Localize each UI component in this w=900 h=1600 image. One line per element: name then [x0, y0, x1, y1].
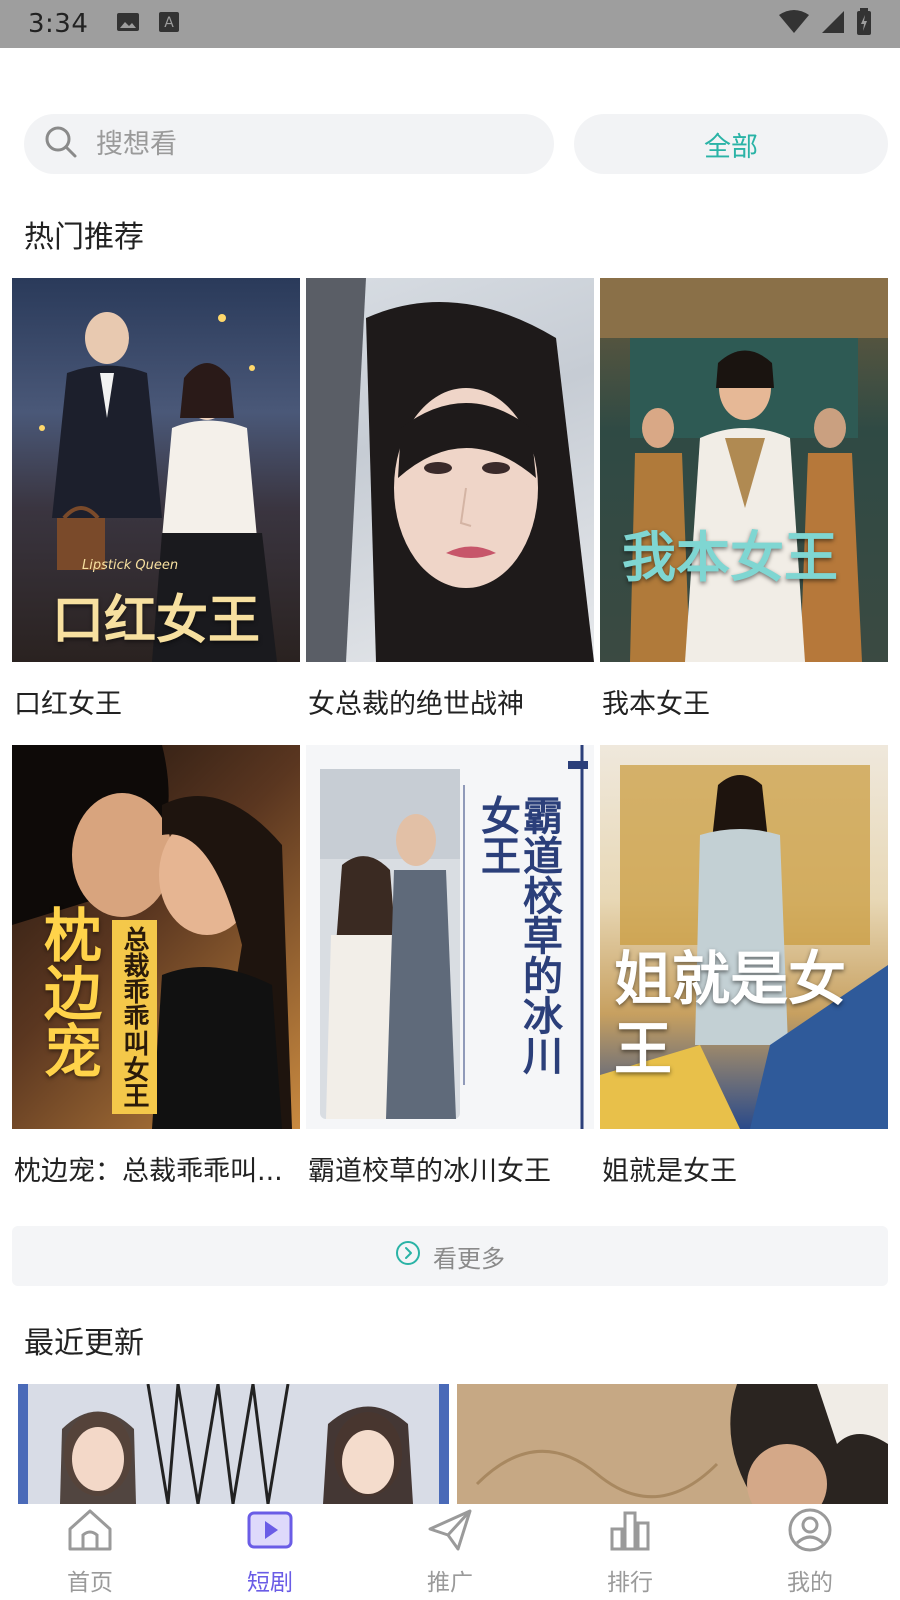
status-time: 3:34 — [28, 9, 89, 39]
home-icon — [66, 1507, 114, 1559]
search-icon — [44, 125, 78, 163]
drama-title[interactable]: 女总裁的绝世战神 — [306, 682, 594, 721]
tab-label: 排行 — [607, 1570, 653, 1596]
drama-title[interactable]: 口红女王 — [12, 682, 300, 721]
hot-section-title: 热门推荐 — [24, 220, 144, 255]
search-box[interactable] — [24, 114, 554, 174]
battery-icon — [856, 8, 872, 40]
poster-title-text: 我本女王 — [622, 525, 838, 589]
recent-drama-card[interactable] — [18, 1384, 449, 1504]
a-notification-icon: A — [158, 11, 180, 37]
filter-all-button[interactable]: 全部 — [574, 114, 888, 174]
poster-title-text: 枕边宠 — [34, 905, 102, 1079]
tab-profile[interactable]: 我的 — [750, 1507, 870, 1597]
poster-title-text: 口红女王 — [52, 590, 261, 651]
drama-card[interactable]: 我本女王 我本女王 — [600, 278, 888, 721]
send-icon — [426, 1507, 474, 1559]
recent-section-title: 最近更新 — [24, 1326, 144, 1361]
recent-drama-card[interactable] — [457, 1384, 888, 1504]
tab-short-drama[interactable]: 短剧 — [210, 1507, 330, 1597]
poster-title-text: 姐就是女王 — [614, 945, 847, 1083]
user-icon — [786, 1507, 834, 1559]
tab-home[interactable]: 首页 — [30, 1507, 150, 1597]
tab-label: 首页 — [67, 1570, 113, 1596]
drama-card[interactable]: 姐就是女王 姐就是女王 — [600, 745, 888, 1188]
status-bar: 3:34 A — [0, 0, 900, 48]
see-more-label: 看更多 — [433, 1244, 505, 1273]
drama-poster[interactable] — [306, 278, 594, 662]
drama-poster[interactable]: 霸道校草的冰川女王 — [306, 745, 594, 1129]
tab-label: 短剧 — [247, 1570, 293, 1596]
svg-text:A: A — [165, 15, 175, 31]
tab-promote[interactable]: 推广 — [390, 1507, 510, 1597]
wifi-icon — [778, 9, 810, 39]
drama-card[interactable]: 枕边宠 总裁乖乖叫女王 枕边宠：总裁乖乖叫... — [12, 745, 300, 1188]
drama-card[interactable]: 口红女王 Lipstick Queen 口红女王 — [12, 278, 300, 721]
drama-card[interactable]: 霸道校草的冰川女王 霸道校草的冰川女王 — [306, 745, 594, 1188]
tab-label: 推广 — [427, 1570, 473, 1596]
tab-label: 我的 — [787, 1570, 833, 1596]
search-input[interactable] — [96, 128, 496, 160]
bottom-tab-bar: 首页 短剧 推广 排行 我的 — [0, 1504, 900, 1600]
poster-subtitle-text: Lipstick Queen — [82, 558, 179, 573]
drama-title[interactable]: 姐就是女王 — [600, 1149, 888, 1188]
see-more-button[interactable]: 看更多 — [12, 1226, 888, 1286]
signal-icon — [820, 9, 846, 39]
recent-drama-row — [18, 1384, 888, 1504]
drama-title[interactable]: 我本女王 — [600, 682, 888, 721]
drama-title[interactable]: 霸道校草的冰川女王 — [306, 1149, 594, 1188]
search-row: 全部 — [24, 114, 888, 174]
drama-title[interactable]: 枕边宠：总裁乖乖叫... — [12, 1149, 300, 1188]
image-notification-icon — [116, 11, 140, 37]
poster-subtitle-text: 总裁乖乖叫女王 — [112, 920, 157, 1114]
tab-ranking[interactable]: 排行 — [570, 1507, 690, 1597]
drama-poster[interactable]: 口红女王 Lipstick Queen — [12, 278, 300, 662]
drama-poster[interactable]: 姐就是女王 — [600, 745, 888, 1129]
drama-poster[interactable]: 枕边宠 总裁乖乖叫女王 — [12, 745, 300, 1129]
drama-poster[interactable]: 我本女王 — [600, 278, 888, 662]
drama-card[interactable]: 女总裁的绝世战神 — [306, 278, 594, 721]
chevron-right-circle-icon — [395, 1240, 421, 1272]
play-icon — [246, 1507, 294, 1559]
bar-chart-icon — [606, 1507, 654, 1559]
poster-title-text: 霸道校草的冰川女王 — [474, 795, 563, 1075]
hot-drama-grid: 口红女王 Lipstick Queen 口红女王 女总裁的绝世战神 我本女王 我… — [12, 278, 888, 1188]
